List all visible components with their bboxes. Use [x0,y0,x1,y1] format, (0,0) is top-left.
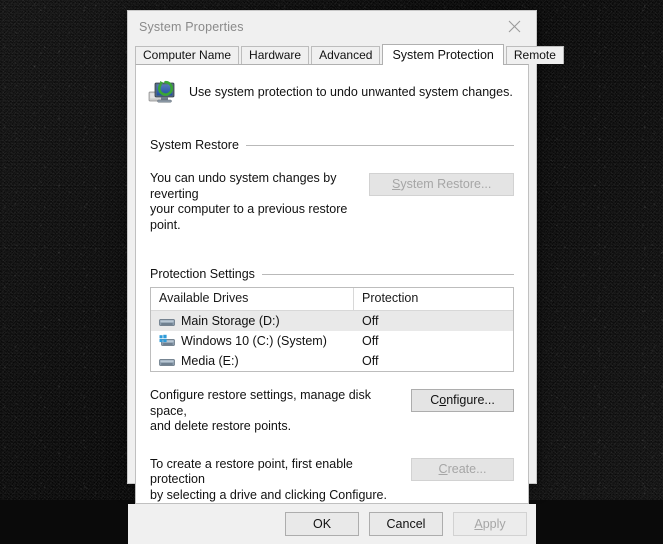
tab-system-protection[interactable]: System Protection [382,44,504,65]
drives-listview[interactable]: Available Drives Protection Main Storage [150,287,514,372]
title-bar: System Properties [128,11,536,43]
create-button[interactable]: Create... [411,457,514,481]
hard-drive-icon [159,354,175,368]
protection-cell: Off [354,352,513,370]
apply-button[interactable]: Apply [453,512,527,536]
protection-cell: Off [354,312,513,330]
drives-listview-header: Available Drives Protection [151,288,513,311]
tab-hardware[interactable]: Hardware [241,46,310,64]
create-description-line1: To create a restore point, first enable … [150,456,353,487]
tab-computer-name[interactable]: Computer Name [135,46,240,64]
close-icon [508,20,521,33]
protection-settings-group-header: Protection Settings [150,267,514,281]
system-restore-button[interactable]: System Restore... [369,173,514,196]
table-row[interactable]: Main Storage (D:) Off [151,311,513,331]
table-row[interactable]: Windows 10 (C:) (System) Off [151,331,513,351]
system-restore-button-label: ystem Restore... [400,177,492,191]
apply-button-mnemonic: A [474,517,483,531]
tab-advanced[interactable]: Advanced [311,46,381,64]
close-button[interactable] [492,11,536,42]
tab-strip: Computer Name Hardware Advanced System P… [128,43,564,65]
group-divider [245,144,514,146]
ok-button[interactable]: OK [285,512,359,536]
system-protection-panel: Use system protection to undo unwanted s… [135,64,529,504]
intro-text: Use system protection to undo unwanted s… [189,85,513,99]
dialog-footer: OK Cancel Apply [128,504,536,544]
create-row: To create a restore point, first enable … [150,457,514,504]
drive-name: Media (E:) [181,354,239,368]
configure-description-line1: Configure restore settings, manage disk … [150,388,371,418]
drive-cell: Windows 10 (C:) (System) [151,334,354,348]
table-row[interactable]: Media (E:) Off [151,351,513,371]
cancel-button[interactable]: Cancel [369,512,443,536]
system-restore-description-line1: You can undo system changes by reverting [150,171,337,201]
protection-settings-group-title: Protection Settings [150,267,255,281]
window-title: System Properties [139,20,244,34]
drive-cell: Media (E:) [151,354,354,368]
protection-status: Off [362,334,379,348]
system-restore-description: You can undo system changes by reverting… [150,171,369,233]
system-restore-row: You can undo system changes by reverting… [150,171,514,233]
system-restore-group-header: System Restore [150,138,514,152]
system-properties-dialog: System Properties Computer Name Hardware… [127,10,564,544]
hard-drive-icon [159,314,175,328]
protection-status: Off [362,354,379,368]
create-description: To create a restore point, first enable … [150,457,411,504]
protection-cell: Off [354,332,513,350]
tab-remote[interactable]: Remote [505,46,564,64]
drive-cell: Main Storage (D:) [151,314,354,328]
protection-settings-group: Protection Settings Available Drives Pro… [150,267,514,503]
column-header-available-drives[interactable]: Available Drives [151,288,354,310]
intro-section: Use system protection to undo unwanted s… [136,65,528,108]
column-header-protection[interactable]: Protection [354,288,513,310]
system-protection-icon [147,76,179,108]
configure-button-label: nfigure... [446,393,495,407]
create-description-line2: by selecting a drive and clicking Config… [150,487,387,502]
create-button-label: reate... [447,461,487,476]
system-restore-description-line2: your computer to a previous restore poin… [150,202,348,232]
create-button-mnemonic: C [438,461,448,476]
configure-button-prefix: C [430,393,440,407]
system-restore-group: System Restore You can undo system chang… [150,138,514,233]
configure-row: Configure restore settings, manage disk … [150,388,514,435]
apply-button-label: pply [482,517,506,531]
configure-button[interactable]: Configure... [411,389,514,412]
group-divider [261,273,514,275]
system-drive-icon [159,334,175,348]
drive-name: Windows 10 (C:) (System) [181,334,327,348]
drive-name: Main Storage (D:) [181,314,280,328]
configure-description: Configure restore settings, manage disk … [150,388,411,435]
configure-description-line2: and delete restore points. [150,419,292,433]
system-restore-group-title: System Restore [150,138,239,152]
protection-status: Off [362,314,379,328]
